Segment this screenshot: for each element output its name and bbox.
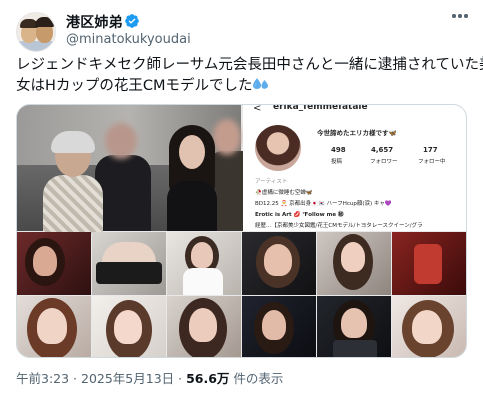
tweet-time[interactable]: 午前3:23	[16, 371, 69, 386]
stat-followers-label: フォロワー	[370, 159, 398, 165]
tweet-text-line-2: 女はHカップの花王CMモデルでした	[16, 76, 471, 97]
stat-posts-label: 投稿	[331, 159, 343, 165]
person-woman	[167, 125, 217, 231]
instagram-category: アーティスト	[255, 179, 288, 185]
separator-dot: ·	[174, 371, 187, 386]
separator-dot: ·	[69, 371, 81, 386]
tweet-text-line-1: レジェンドキメセク師レーサム元会長田中さんと一緒に逮捕されていた美	[16, 57, 483, 73]
grid-photo	[167, 232, 241, 295]
tweet-text-line-2-text: 女はHカップの花王CMモデルでした	[16, 78, 253, 94]
blurred-face	[213, 119, 241, 155]
author-avatar[interactable]	[16, 12, 56, 52]
person-man	[43, 131, 103, 235]
back-arrow-icon: <	[253, 104, 262, 114]
instagram-bio-top: 今世諦めたエリカ様です🦋	[317, 129, 397, 137]
tweet-meta: 午前3:23 · 2025年5月13日 · 56.6万 件の表示	[16, 368, 283, 387]
grid-photo	[392, 232, 466, 295]
grid-photo	[167, 296, 241, 357]
stat-followers-value: 4,657	[371, 146, 394, 154]
more-options-icon[interactable]	[452, 14, 470, 20]
grid-photo	[392, 296, 466, 357]
instagram-username: erika_femmefatale	[273, 104, 368, 112]
instagram-avatar	[255, 125, 301, 171]
stat-following-value: 177	[423, 146, 438, 154]
instagram-bio-line: 🥀虚構に微睡む空蝉🦋	[255, 190, 313, 196]
grid-photo	[317, 232, 391, 295]
verified-badge-icon	[125, 14, 139, 28]
grid-photo	[17, 232, 91, 295]
tweet-date[interactable]: 2025年5月13日	[81, 371, 174, 386]
grid-photo	[242, 296, 316, 357]
blurred-face	[105, 123, 137, 159]
instagram-bio-line: 経歴…【京都美少女図鑑/花王CMモデル/トヨタレースクイーン/グラ	[255, 223, 423, 229]
author-handle[interactable]: @minatokukyoudai	[66, 32, 191, 47]
tweet-media-image[interactable]: < erika_femmefatale 今世諦めたエリカ様です🦋 498 投稿 …	[16, 104, 467, 358]
tweet-card[interactable]: 港区姉弟 @minatokukyoudai レジェンドキメセク師レーサム元会長田…	[0, 0, 483, 403]
author-display-name[interactable]: 港区姉弟	[66, 12, 123, 32]
grid-photo	[92, 296, 166, 357]
stat-following-label: フォロー中	[418, 159, 446, 165]
sweat-droplets-icon	[252, 78, 268, 89]
instagram-bio-line: Erotic is Art 💋 ℉ollow me ㊙	[255, 212, 344, 218]
grid-photo	[92, 232, 166, 295]
grid-photo	[17, 296, 91, 357]
tweet-text: レジェンドキメセク師レーサム元会長田中さんと一緒に逮捕されていた美 女はHカップ…	[16, 55, 483, 97]
instagram-profile-screenshot: < erika_femmefatale 今世諦めたエリカ様です🦋 498 投稿 …	[243, 104, 466, 231]
views-count: 56.6万	[186, 371, 230, 386]
arrest-photo	[17, 105, 247, 235]
views-label: 件の表示	[229, 371, 284, 386]
stat-posts-value: 498	[331, 146, 346, 154]
instagram-bio-line: BD12.25 🎅 京都出身🇯🇵🇰🇷 ハーフHcup顔(涙) キャ💜	[255, 201, 392, 207]
grid-photo	[242, 232, 316, 295]
grid-photo	[317, 296, 391, 357]
